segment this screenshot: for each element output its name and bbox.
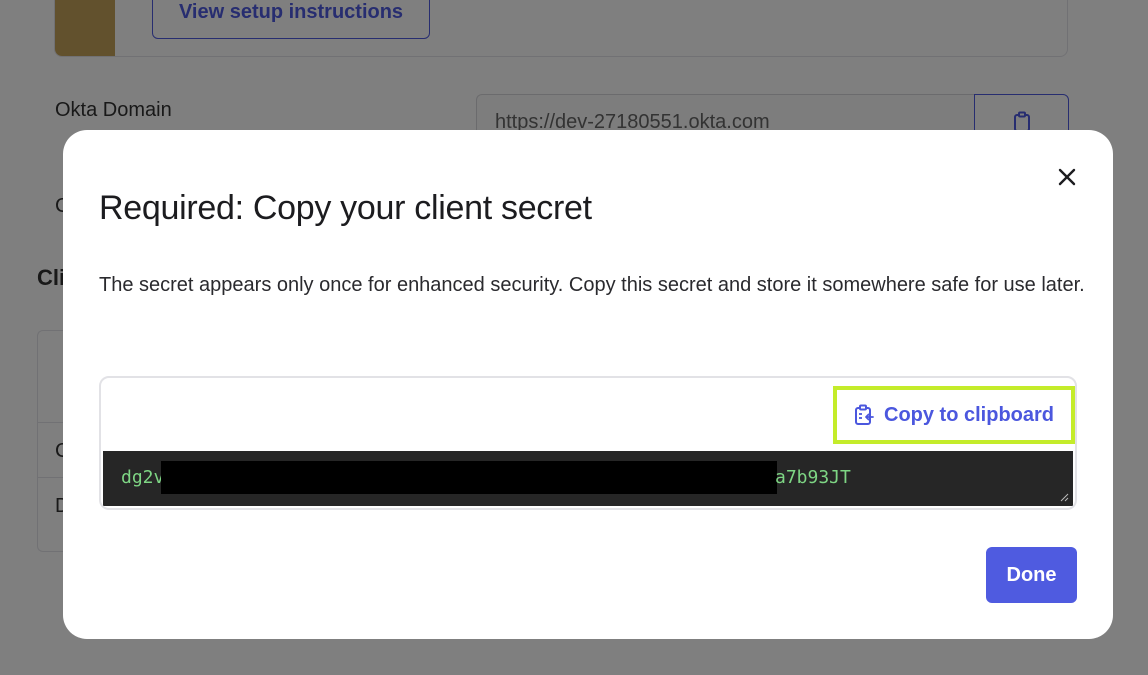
clipboard-icon [855, 404, 874, 425]
secret-visible-suffix: a7b93JT [775, 467, 851, 488]
resize-handle-icon[interactable] [1059, 492, 1069, 502]
done-button[interactable]: Done [986, 547, 1077, 603]
client-secret-modal: Required: Copy your client secret The se… [63, 130, 1113, 639]
close-icon [1058, 168, 1076, 186]
redacted-secret [161, 461, 777, 494]
modal-description: The secret appears only once for enhance… [99, 274, 1085, 296]
close-button[interactable] [1052, 162, 1082, 192]
client-secret-textarea[interactable]: dg2v a7b93JT [103, 451, 1073, 506]
modal-title: Required: Copy your client secret [99, 189, 592, 227]
secret-visible-prefix: dg2v [121, 467, 165, 488]
secret-container: Copy to clipboard dg2v a7b93JT [99, 376, 1077, 510]
copy-to-clipboard-label: Copy to clipboard [884, 403, 1054, 426]
copy-to-clipboard-button[interactable]: Copy to clipboard [833, 386, 1075, 444]
